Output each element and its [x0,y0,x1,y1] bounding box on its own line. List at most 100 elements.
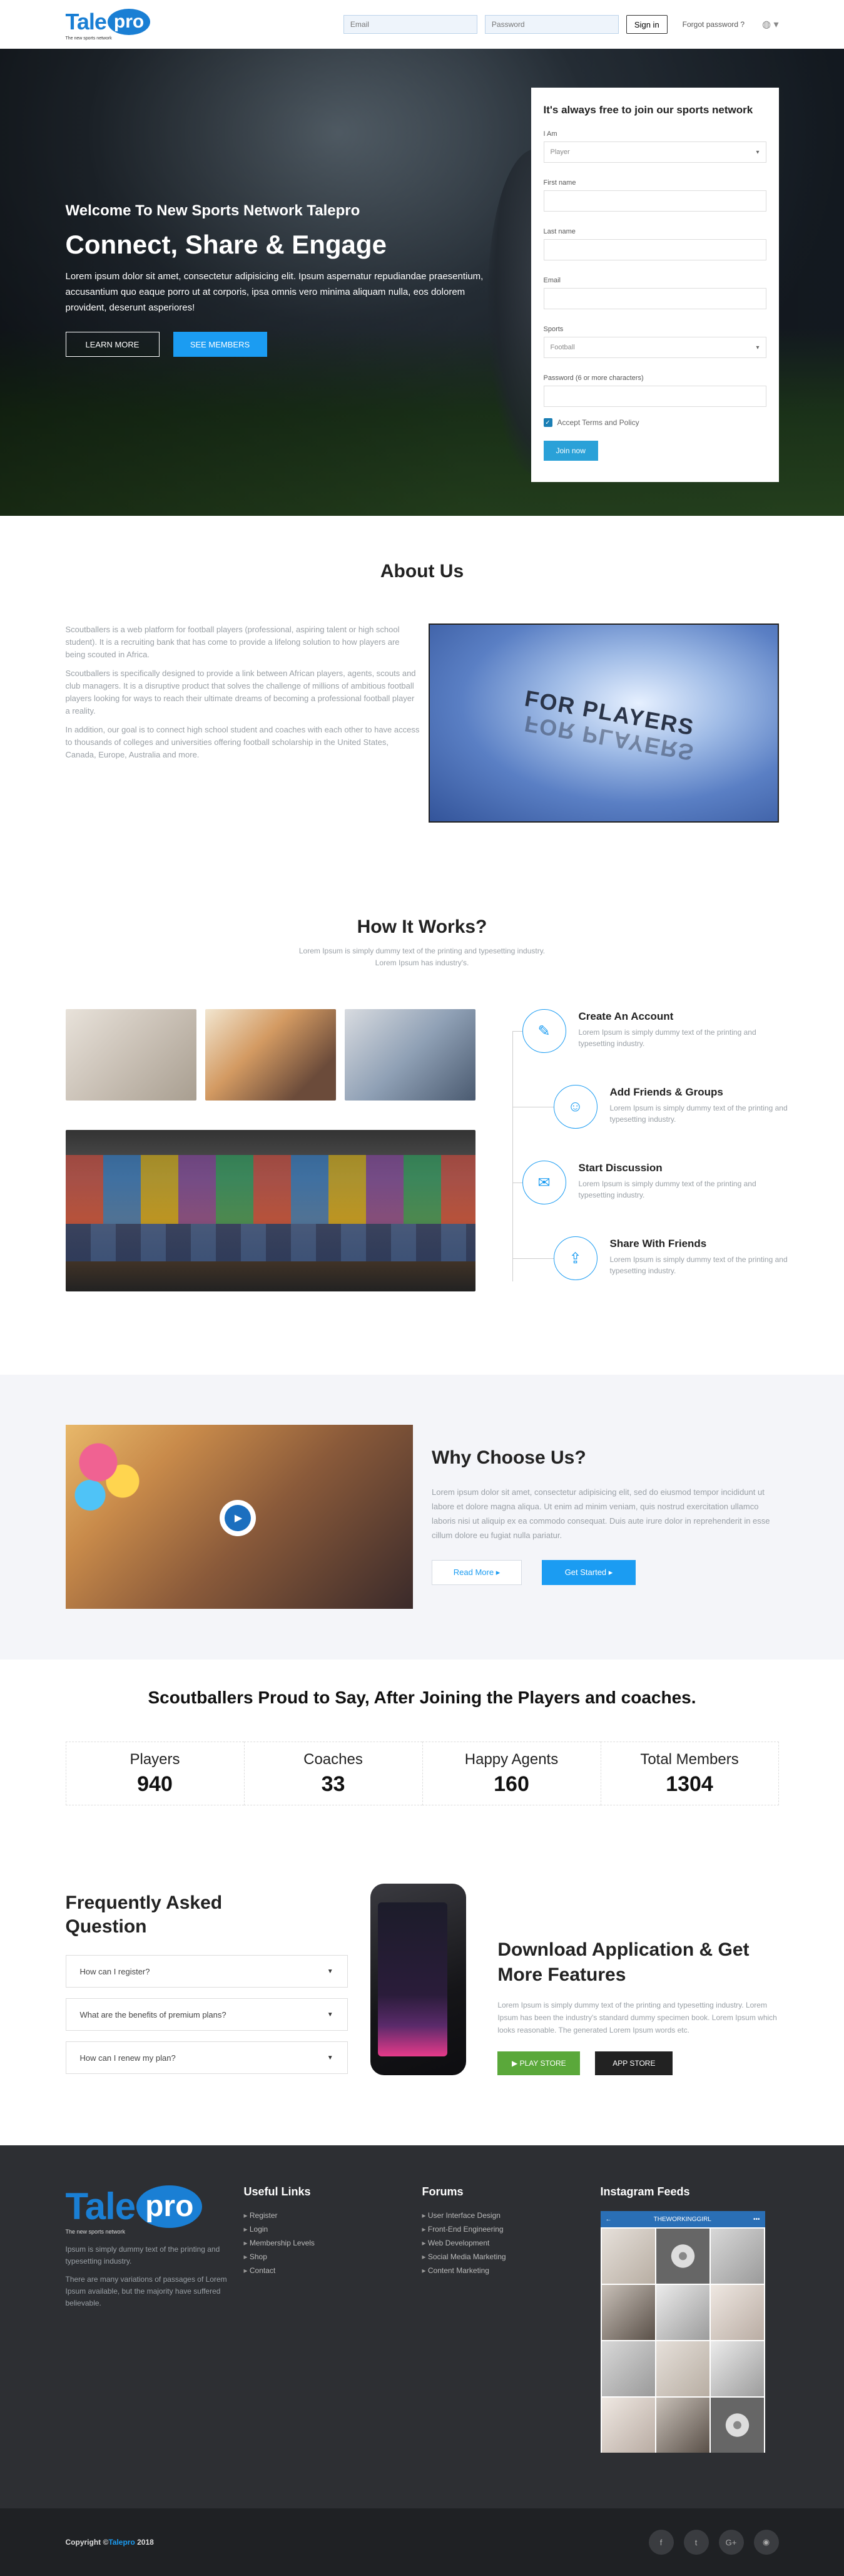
login-form: Sign in [343,15,668,34]
social-links: f t G+ ◉ [648,2530,779,2555]
copyright-brand[interactable]: Talepro [108,2538,135,2547]
footer-link[interactable]: Membership Levels [244,2239,422,2247]
hero-text: Welcome To New Sports Network Talepro Co… [65,202,504,357]
instagram-photo[interactable] [656,2398,709,2453]
terms-checkbox[interactable]: ✓ [543,418,552,427]
about-paragraph: Scoutballers is specifically designed to… [65,669,416,716]
last-name-input[interactable] [543,239,766,260]
why-video-thumbnail[interactable]: ▶ [65,1425,413,1609]
faq-title-line: Question [65,1916,147,1937]
phone-screen [377,1902,448,2056]
read-more-label: Read More [453,1568,494,1577]
footer-about-text: Ipsum is simply dummy text of the printi… [65,2245,220,2266]
faq-title-line: Frequently Asked [65,1892,223,1913]
faq-item[interactable]: How can I renew my plan? ▼ [65,2041,348,2074]
play-button[interactable]: ▶ [219,1500,256,1536]
steps-list: ✎ Create An Account Lorem Ipsum is simpl… [512,1009,788,1312]
signup-password-input[interactable] [543,386,766,407]
password-input[interactable] [484,15,619,34]
instagram-grid [601,2227,765,2453]
step-item: ✎ Create An Account Lorem Ipsum is simpl… [512,1009,779,1085]
logo-tagline: The new sports network [65,2229,126,2235]
more-icon[interactable]: ••• [753,2216,760,2223]
footer-link[interactable]: Shop [244,2252,422,2261]
faq-item[interactable]: How can I register? ▼ [65,1955,348,1988]
learn-more-button[interactable]: LEARN MORE [65,332,160,357]
instagram-feed[interactable]: ← THEWORKINGGIRL ••• [600,2211,765,2453]
create-account-icon: ✎ [522,1009,566,1053]
how-subtitle-line: Lorem Ipsum is simply dummy text of the … [298,947,546,955]
about-paragraph: Scoutballers is a web platform for footb… [65,625,400,659]
i-am-select[interactable]: Player [543,141,766,163]
twitter-icon[interactable]: t [683,2530,709,2555]
step-connector [512,1031,522,1032]
sports-select[interactable]: Football [543,337,766,358]
instagram-photo[interactable] [601,2285,655,2340]
forum-link[interactable]: Front-End Engineering [422,2225,601,2234]
copyright-year: 2018 [135,2538,154,2547]
facebook-icon[interactable]: f [648,2530,674,2555]
globe-icon[interactable]: ◍ ▾ [762,18,778,31]
logo-pro-text: pro [107,8,151,35]
app-title: Download Application & Get More Features [497,1939,750,1985]
first-name-input[interactable] [543,190,766,212]
stat-value: 940 [137,1772,173,1796]
stat-coaches: Coaches 33 [243,1742,422,1805]
instagram-photo[interactable] [601,2398,655,2453]
get-started-button[interactable]: Get Started ▸ [542,1560,636,1585]
how-subtitle-line: Lorem Ipsum has industry's. [375,958,469,967]
instagram-photo[interactable] [601,2229,655,2284]
gallery-photo-large [65,1130,475,1291]
site-logo[interactable]: Tale pro The new sports network [65,8,151,41]
how-title: How It Works? [357,916,487,937]
read-more-button[interactable]: Read More ▸ [432,1560,522,1585]
why-description: Lorem ipsum dolor sit amet, consectetur … [432,1487,770,1540]
forum-link[interactable]: Content Marketing [422,2266,601,2275]
instagram-photo[interactable] [710,2285,764,2340]
instagram-photo[interactable] [656,2229,709,2284]
stat-members: Total Members 1304 [600,1742,779,1805]
logo-pro-text: pro [136,2185,203,2228]
share-icon: ⇪ [553,1236,597,1280]
about-video[interactable]: FOR PLAYERS FOR PLAYERS [428,623,779,823]
play-store-button[interactable]: ▶ PLAY STORE [497,2051,581,2075]
how-subtitle: Lorem Ipsum is simply dummy text of the … [66,945,779,969]
faq-item[interactable]: What are the benefits of premium plans? … [65,1998,348,2031]
stats-section: Scoutballers Proud to Say, After Joining… [0,1660,844,1859]
rss-icon[interactable]: ◉ [753,2530,779,2555]
back-arrow-icon[interactable]: ← [606,2216,612,2223]
stat-value: 33 [321,1772,345,1796]
instagram-photo[interactable] [601,2341,655,2396]
footer-link[interactable]: Register [244,2211,422,2220]
faq-question: How can I register? [79,1966,150,1976]
signin-button[interactable]: Sign in [626,15,668,34]
why-choose-section: ▶ Why Choose Us? Lorem ipsum dolor sit a… [0,1375,844,1660]
forum-link[interactable]: Web Development [422,2239,601,2247]
instagram-photo[interactable] [656,2341,709,2396]
app-store-button[interactable]: APP STORE [595,2051,673,2075]
google-plus-icon[interactable]: G+ [718,2530,744,2555]
see-members-button[interactable]: SEE MEMBERS [173,332,267,357]
forgot-password-link[interactable]: Forgot password ? [683,20,745,29]
instagram-photo[interactable] [710,2398,764,2453]
instagram-photo[interactable] [710,2229,764,2284]
get-started-label: Get Started [564,1568,607,1577]
instagram-photo[interactable] [656,2285,709,2340]
footer-logo[interactable]: Tale pro The new sports network [66,2185,244,2235]
about-paragraph: In addition, our goal is to connect high… [65,725,420,759]
step-item: ⇪ Share With Friends Lorem Ipsum is simp… [512,1236,788,1312]
signup-email-input[interactable] [543,288,766,309]
join-now-button[interactable]: Join now [543,441,598,461]
footer-instagram: Instagram Feeds ← THEWORKINGGIRL ••• [600,2185,779,2453]
app-description: Lorem Ipsum is simply dummy text of the … [497,2001,777,2035]
top-navbar: Tale pro The new sports network Sign in … [0,0,844,49]
footer-link[interactable]: Contact [244,2266,422,2275]
forum-link[interactable]: User Interface Design [422,2211,601,2220]
instagram-photo[interactable] [710,2341,764,2396]
forum-link[interactable]: Social Media Marketing [422,2252,601,2261]
footer-link[interactable]: Login [244,2225,422,2234]
email-input[interactable] [343,15,477,34]
step-connector [512,1258,554,1259]
logo-tagline: The new sports network [65,36,112,41]
stat-label: Total Members [640,1751,739,1768]
